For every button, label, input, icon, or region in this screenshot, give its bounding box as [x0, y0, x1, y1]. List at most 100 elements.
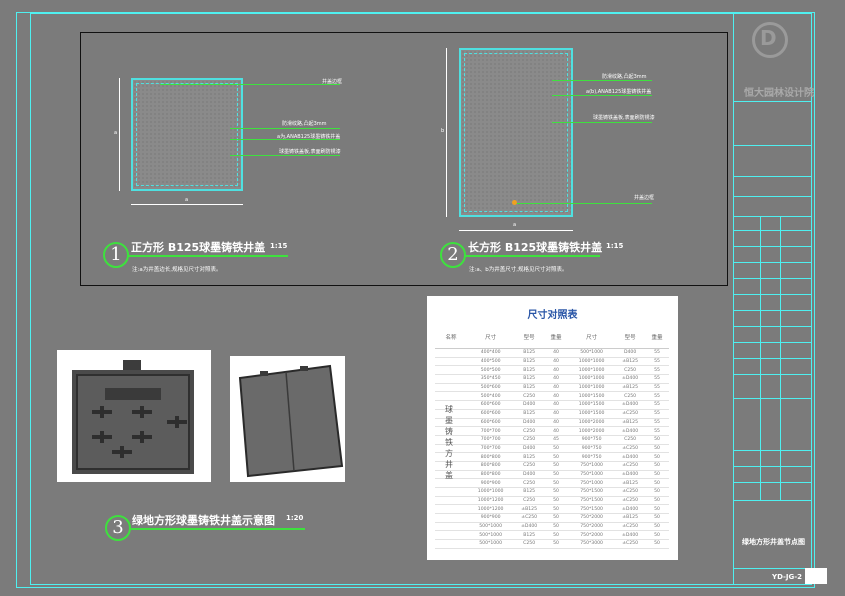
table-cell: 600*600 [467, 400, 515, 410]
category-cell [435, 383, 467, 393]
category-cell [435, 530, 467, 541]
table-cell: ±C250 [615, 409, 645, 419]
table-cell: 50 [544, 496, 568, 506]
table-cell: ±D400 [615, 530, 645, 541]
table-cell: 350*450 [467, 374, 515, 384]
table-cell: 900*900 [467, 478, 515, 488]
table-cell: 50 [544, 504, 568, 515]
table-cell: 50 [544, 539, 568, 549]
table-cell: 50 [644, 478, 669, 488]
table-cell: 1000*1200 [467, 496, 515, 506]
table-cell: 800*800 [467, 452, 515, 462]
table-row: 700*700 C250 40 1000*2000 ±D400 55 [435, 426, 669, 436]
callout-label: 防滑纹路,凸起3mm [602, 74, 647, 80]
table-row: 350*450 B125 40 1000*1000 ±D400 55 [435, 374, 669, 384]
table-cell: 50 [544, 452, 568, 462]
table-cell: 40 [544, 383, 568, 393]
table-cell: 50 [544, 530, 568, 541]
table-cell: 1000*1000 [567, 357, 616, 367]
table-row: 500*600 B125 40 1000*1000 ±B125 55 [435, 383, 669, 393]
header-cell: 重量 [644, 326, 669, 349]
table-cell: 900*900 [467, 513, 515, 523]
table-cell: 750*1500 [567, 504, 616, 515]
tb-divider [733, 176, 812, 177]
table-cell: 600*600 [467, 409, 515, 419]
category-cell [435, 487, 467, 497]
table-cell: 50 [544, 478, 568, 488]
rectangular-cover-plan [459, 48, 573, 217]
table-cell: 50 [644, 435, 669, 445]
table-cell: 40 [544, 357, 568, 367]
leader-line [513, 203, 652, 204]
detail-title-3: 绿地方形球墨铸铁井盖示意图 [132, 514, 275, 527]
category-name: 球墨铸铁方井盖 [445, 405, 453, 480]
leader-line [230, 155, 340, 156]
table-cell: C250 [514, 461, 545, 471]
dimension-line-vertical [446, 48, 447, 217]
size-table: 名称 尺寸 型号 重量 尺寸 型号 重量 400*400 B125 40 500*10… [435, 326, 669, 549]
table-cell: ±C250 [615, 461, 645, 471]
dimension-label-side: a [114, 130, 118, 136]
table-cell: 40 [544, 418, 568, 428]
category-cell [435, 539, 467, 549]
table-cell: 50 [644, 444, 669, 454]
tb-divider [733, 482, 812, 483]
table-cell: 50 [644, 513, 669, 523]
table-cell: 50 [644, 496, 669, 506]
table-cell: 700*700 [467, 444, 515, 454]
table-cell: 400*500 [467, 357, 515, 367]
table-cell: 500*1000 [467, 522, 515, 532]
table-cell: 900*750 [567, 444, 616, 454]
table-cell: C250 [615, 391, 645, 402]
table-cell: ±B125 [514, 504, 545, 515]
table-cell: 400*400 [467, 348, 515, 358]
table-row: 500*1000 C250 50 750*3000 ±C250 50 [435, 539, 669, 549]
table-cell: 50 [544, 461, 568, 471]
callout-label: a(b),ANAB125球墨铸铁井盖 [586, 89, 652, 95]
table-row: 400*500 B125 40 1000*1000 ±B125 55 [435, 357, 669, 367]
rectangular-cover-photo-image [238, 364, 344, 478]
table-cell: ±C250 [615, 444, 645, 454]
tb-divider [733, 358, 812, 359]
category-cell [435, 348, 467, 358]
tb-divider [733, 145, 812, 146]
callout-label: 井盖边框 [634, 195, 655, 201]
table-cell: 55 [644, 426, 669, 436]
tb-divider [733, 310, 812, 311]
leader-line [552, 80, 652, 81]
tb-divider [733, 326, 812, 327]
category-cell [435, 513, 467, 523]
rectangular-cover-photo [230, 356, 345, 482]
table-cell: ±C250 [514, 513, 545, 523]
table-cell: 500*1000 [467, 530, 515, 541]
category-cell [435, 365, 467, 376]
detail-scale-3: 1:20 [286, 514, 304, 522]
table-cell: 750*2000 [567, 530, 616, 541]
table-cell: 50 [644, 461, 669, 471]
table-cell: ±D400 [615, 452, 645, 462]
leader-line [552, 122, 652, 123]
callout-label: 球墨铸铁盖板,表面刷防锈漆 [279, 149, 341, 155]
tb-divider [733, 450, 812, 451]
table-cell: 55 [644, 383, 669, 393]
table-cell: 750*2000 [567, 513, 616, 523]
table-cell: 40 [544, 391, 568, 402]
table-cell: 1000*1500 [567, 409, 616, 419]
table-cell: 55 [644, 348, 669, 358]
table-cell: 50 [644, 504, 669, 515]
category-cell [435, 496, 467, 506]
table-row: 900*900 C250 50 750*1000 ±B125 50 [435, 478, 669, 488]
sheet-number: YD-JG-2 [772, 573, 803, 581]
tb-divider [733, 278, 812, 279]
table-cell: B125 [514, 365, 545, 376]
table-cell: 40 [544, 400, 568, 410]
table-cell: C250 [514, 426, 545, 436]
table-cell: 1000*1000 [567, 365, 616, 376]
header-cell: 型号 [615, 326, 645, 349]
table-cell: ±B125 [615, 478, 645, 488]
table-cell: C250 [615, 435, 645, 445]
table-cell: C250 [514, 539, 545, 549]
table-row: 800*800 B125 50 900*750 ±D400 50 [435, 452, 669, 462]
table-cell: 700*700 [467, 435, 515, 445]
table-cell: 600*600 [467, 418, 515, 428]
